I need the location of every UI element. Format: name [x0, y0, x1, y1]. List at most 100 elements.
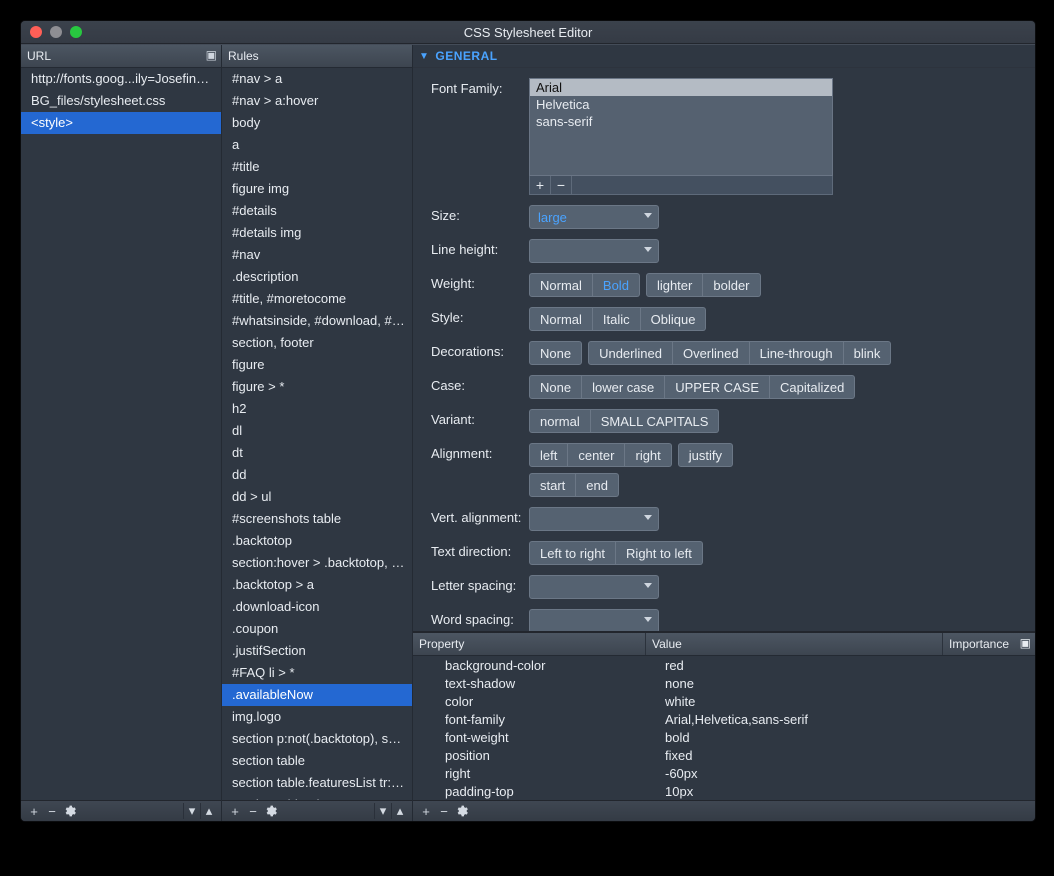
- remove-icon[interactable]: −: [435, 803, 453, 819]
- gear-icon[interactable]: [453, 803, 471, 819]
- list-item[interactable]: h2: [222, 398, 412, 420]
- list-item[interactable]: figure img: [222, 178, 412, 200]
- table-row[interactable]: font-weightbold: [413, 728, 1035, 746]
- add-icon[interactable]: +: [25, 803, 43, 819]
- list-item[interactable]: #title, #moretocome: [222, 288, 412, 310]
- chevron-up-icon[interactable]: ▴: [391, 803, 408, 819]
- segmented-option[interactable]: None: [529, 375, 582, 399]
- list-item[interactable]: BG_files/stylesheet.css: [21, 90, 221, 112]
- list-item[interactable]: body: [222, 112, 412, 134]
- table-row[interactable]: text-shadownone: [413, 674, 1035, 692]
- list-item[interactable]: #details img: [222, 222, 412, 244]
- decorations-none[interactable]: None: [529, 341, 582, 365]
- segmented-option[interactable]: left: [529, 443, 568, 467]
- list-item[interactable]: section table: [222, 750, 412, 772]
- table-row[interactable]: background-colorred: [413, 656, 1035, 674]
- segmented-option[interactable]: lighter: [646, 273, 703, 297]
- weight-segmented[interactable]: NormalBold: [529, 273, 640, 297]
- add-icon[interactable]: +: [417, 803, 435, 819]
- column-menu-icon[interactable]: ▣: [206, 48, 217, 62]
- list-item[interactable]: .justifSection: [222, 640, 412, 662]
- rules-header[interactable]: Rules: [222, 45, 412, 68]
- add-icon[interactable]: +: [530, 176, 551, 194]
- add-icon[interactable]: +: [226, 803, 244, 819]
- properties-body[interactable]: background-colorredtext-shadownonecolorw…: [413, 656, 1035, 800]
- list-item[interactable]: #details: [222, 200, 412, 222]
- close-icon[interactable]: [30, 26, 42, 38]
- variant-segmented[interactable]: normalSMALL CAPITALS: [529, 409, 719, 433]
- list-item[interactable]: dd: [222, 464, 412, 486]
- segmented-option[interactable]: Left to right: [529, 541, 616, 565]
- list-item[interactable]: figure: [222, 354, 412, 376]
- list-item[interactable]: #title: [222, 156, 412, 178]
- chevron-down-icon[interactable]: ▾: [374, 803, 391, 819]
- list-item[interactable]: section table.featuresList tr:nth...: [222, 772, 412, 794]
- zoom-icon[interactable]: [70, 26, 82, 38]
- url-list[interactable]: http://fonts.goog...ily=Josefin+SansBG_f…: [21, 68, 221, 800]
- segmented-option[interactable]: Oblique: [641, 307, 707, 331]
- segmented-option[interactable]: start: [529, 473, 576, 497]
- list-item[interactable]: .coupon: [222, 618, 412, 640]
- list-item[interactable]: .description: [222, 266, 412, 288]
- list-item[interactable]: dt: [222, 442, 412, 464]
- list-item[interactable]: #whatsinside, #download, #con...: [222, 310, 412, 332]
- valign-select[interactable]: [529, 507, 659, 531]
- list-item[interactable]: #nav: [222, 244, 412, 266]
- list-item[interactable]: section:hover > .backtotop, foot...: [222, 552, 412, 574]
- list-item[interactable]: http://fonts.goog...ily=Josefin+Sans: [21, 68, 221, 90]
- gear-icon[interactable]: [262, 803, 280, 819]
- segmented-option[interactable]: Right to left: [616, 541, 703, 565]
- list-item[interactable]: a: [222, 134, 412, 156]
- list-item[interactable]: Arial: [530, 79, 832, 96]
- remove-icon[interactable]: −: [43, 803, 61, 819]
- list-item[interactable]: section, footer: [222, 332, 412, 354]
- segmented-option[interactable]: Bold: [593, 273, 640, 297]
- segmented-option[interactable]: UPPER CASE: [665, 375, 770, 399]
- segmented-option[interactable]: lower case: [582, 375, 665, 399]
- disclosure-triangle-icon[interactable]: ▼: [419, 51, 429, 62]
- list-item[interactable]: #FAQ li > *: [222, 662, 412, 684]
- gear-icon[interactable]: [61, 803, 79, 819]
- rules-list[interactable]: #nav > a#nav > a:hoverbodya#titlefigure …: [222, 68, 412, 800]
- style-segmented[interactable]: NormalItalicOblique: [529, 307, 706, 331]
- alignment-justify[interactable]: justify: [678, 443, 733, 467]
- segmented-option[interactable]: center: [568, 443, 625, 467]
- remove-icon[interactable]: −: [244, 803, 262, 819]
- table-row[interactable]: colorwhite: [413, 692, 1035, 710]
- decorations-segmented[interactable]: UnderlinedOverlinedLine-throughblink: [588, 341, 891, 365]
- list-item[interactable]: Helvetica: [530, 96, 832, 113]
- remove-icon[interactable]: −: [551, 176, 572, 194]
- chevron-down-icon[interactable]: ▾: [183, 803, 200, 819]
- case-segmented[interactable]: Nonelower caseUPPER CASECapitalized: [529, 375, 855, 399]
- col-importance[interactable]: Importance ▣: [943, 633, 1035, 655]
- list-item[interactable]: #screenshots table: [222, 508, 412, 530]
- segmented-option[interactable]: Capitalized: [770, 375, 855, 399]
- table-row[interactable]: font-familyArial,Helvetica,sans-serif: [413, 710, 1035, 728]
- list-item[interactable]: img.logo: [222, 706, 412, 728]
- list-item[interactable]: #nav > a:hover: [222, 90, 412, 112]
- alignment-startend-segmented[interactable]: startend: [529, 473, 619, 497]
- col-value[interactable]: Value: [646, 633, 943, 655]
- list-item[interactable]: .backtotop > a: [222, 574, 412, 596]
- segmented-option[interactable]: Overlined: [673, 341, 750, 365]
- list-item[interactable]: sans-serif: [530, 113, 832, 130]
- word-spacing-select[interactable]: [529, 609, 659, 631]
- list-item[interactable]: dl: [222, 420, 412, 442]
- segmented-option[interactable]: SMALL CAPITALS: [591, 409, 720, 433]
- segmented-option[interactable]: Italic: [593, 307, 641, 331]
- list-item[interactable]: section p:not(.backtotop), secti...: [222, 728, 412, 750]
- segmented-option[interactable]: Normal: [529, 273, 593, 297]
- segmented-option[interactable]: end: [576, 473, 619, 497]
- weight-modifier-segmented[interactable]: lighterbolder: [646, 273, 761, 297]
- letter-spacing-select[interactable]: [529, 575, 659, 599]
- list-item[interactable]: figure > *: [222, 376, 412, 398]
- list-item[interactable]: .availableNow: [222, 684, 412, 706]
- list-item[interactable]: .download-icon: [222, 596, 412, 618]
- segmented-option[interactable]: Underlined: [588, 341, 673, 365]
- segmented-option[interactable]: blink: [844, 341, 892, 365]
- col-property[interactable]: Property: [413, 633, 646, 655]
- column-menu-icon[interactable]: ▣: [1020, 636, 1031, 650]
- alignment-segmented[interactable]: leftcenterright: [529, 443, 672, 467]
- table-row[interactable]: right-60px: [413, 764, 1035, 782]
- table-row[interactable]: positionfixed: [413, 746, 1035, 764]
